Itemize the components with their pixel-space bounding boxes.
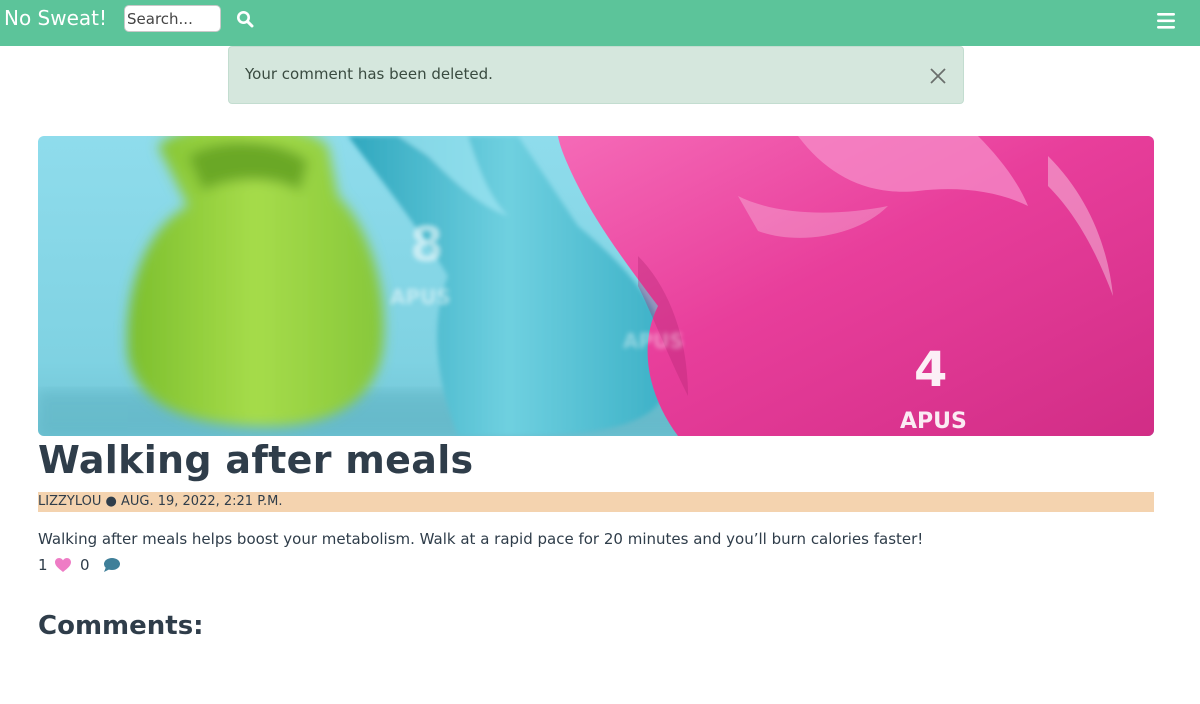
pink-weight-label: 4 [914,342,947,398]
alert-text: Your comment has been deleted. [245,65,493,83]
close-icon[interactable] [929,67,947,85]
green-brand-label: APUS [390,285,451,309]
hamburger-menu-icon[interactable] [1156,12,1176,30]
pink-brand-label: APUS [900,409,967,434]
navbar: No Sweat! [0,0,1200,46]
comment-icon[interactable] [103,557,121,578]
search-input[interactable] [124,5,221,32]
post-author[interactable]: LIZZYLOU [38,494,101,509]
meta-separator: ● [105,494,117,509]
post-title: Walking after meals [38,438,474,482]
search-icon[interactable] [236,10,254,28]
like-count: 1 [38,556,48,574]
green-weight-label: 8 [410,217,443,273]
post-meta: LIZZYLOU ● AUG. 19, 2022, 2:21 P.M. [38,492,1154,512]
blue-brand-label: APUS [623,329,684,353]
alert-message: Your comment has been deleted. [228,46,964,104]
comment-count: 0 [80,556,90,574]
brand-logo[interactable]: No Sweat! [4,5,107,31]
comments-heading: Comments: [38,611,204,641]
heart-icon[interactable] [54,557,72,578]
post-hero-image: 8 APUS APUS 4 APUS [38,136,1154,436]
post-body: Walking after meals helps boost your met… [38,530,924,548]
post-date: AUG. 19, 2022, 2:21 P.M. [120,494,283,509]
